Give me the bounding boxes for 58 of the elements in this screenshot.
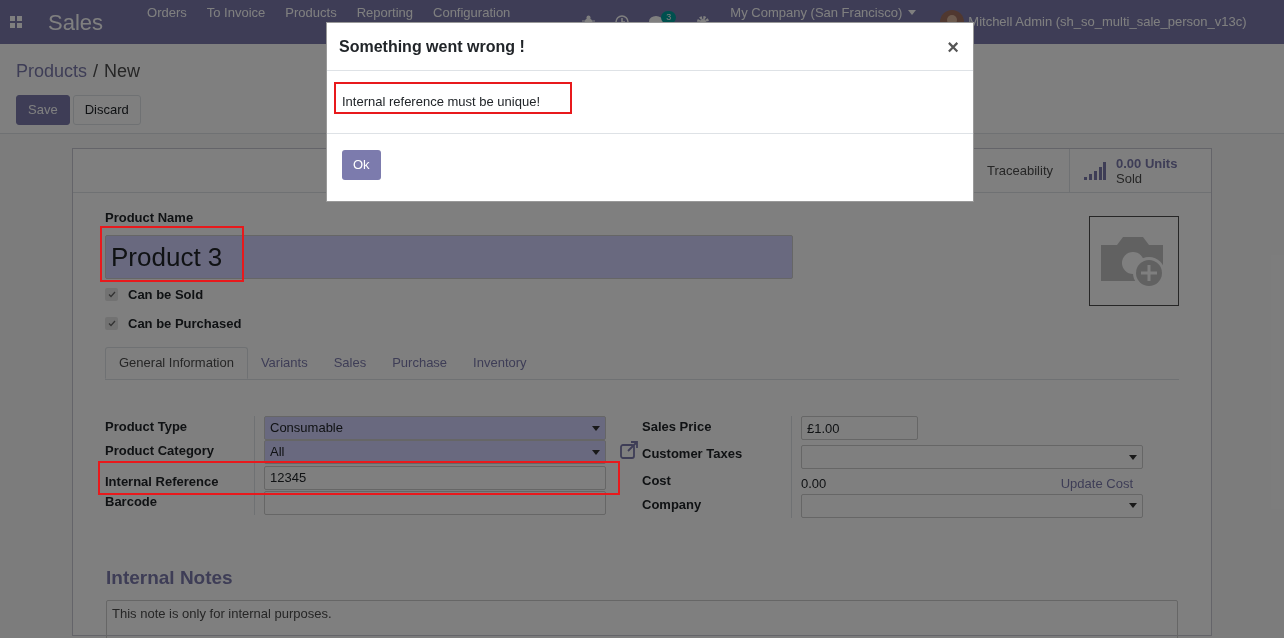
- breadcrumb-item: New: [104, 60, 141, 83]
- breadcrumb-separator: /: [92, 60, 100, 83]
- section-title: Internal Notes: [106, 565, 234, 590]
- breadcrumb-item[interactable]: Products: [16, 58, 88, 85]
- field-label: Barcode: [105, 491, 255, 515]
- company-switcher[interactable]: My Company (San Francisco): [730, 5, 903, 20]
- app-title: Sales: [48, 8, 104, 37]
- text-field[interactable]: [264, 491, 606, 515]
- close-button[interactable]: ×: [945, 36, 961, 57]
- stat-button[interactable]: 0.00 Units Sold: [1069, 149, 1211, 192]
- error-message: Internal reference must be unique!: [342, 94, 540, 109]
- field-label: Cost: [642, 470, 792, 494]
- field-label: Product Name: [105, 210, 195, 225]
- bar-chart-icon: [1084, 161, 1106, 180]
- text-field[interactable]: £1.00: [801, 416, 918, 440]
- field-value: 0.00: [801, 475, 827, 493]
- tab[interactable]: Inventory: [460, 347, 540, 379]
- notes-field[interactable]: This note is only for internal purposes.: [106, 600, 1178, 638]
- dialog-title: Something went wrong !: [339, 36, 525, 57]
- tab[interactable]: Variants: [247, 347, 321, 379]
- caret-icon: [1129, 454, 1137, 460]
- field-label: Internal Reference: [105, 464, 255, 491]
- update-cost-link[interactable]: Update Cost: [1060, 474, 1133, 494]
- caret-icon: [1129, 503, 1137, 508]
- save-button[interactable]: Save: [16, 95, 70, 125]
- caret-icon: [592, 425, 600, 431]
- checkbox-label: Can be Purchased: [128, 314, 242, 333]
- select-field[interactable]: Consumable: [264, 416, 606, 440]
- checkbox[interactable]: [105, 288, 118, 302]
- menu-item[interactable]: Configuration: [423, 5, 521, 20]
- checkbox-label: Can be Sold: [128, 286, 204, 304]
- field-label: Customer Taxes: [642, 440, 792, 470]
- external-link-icon[interactable]: [620, 441, 639, 459]
- discard-button[interactable]: Discard: [72, 95, 141, 125]
- select-field[interactable]: All: [264, 440, 606, 464]
- checkbox[interactable]: [105, 316, 118, 330]
- tab[interactable]: Sales: [320, 347, 380, 379]
- field-label: Product Category: [105, 440, 255, 464]
- field-label: Company: [642, 493, 792, 518]
- caret-icon: [908, 10, 917, 15]
- apps-icon[interactable]: [10, 16, 22, 28]
- menu-item[interactable]: Products: [275, 5, 347, 20]
- tab[interactable]: General Information: [105, 347, 248, 379]
- ok-button[interactable]: Ok: [342, 150, 381, 180]
- select-field[interactable]: [801, 445, 1143, 469]
- stat-label: Sold: [1116, 170, 1144, 186]
- menu-item[interactable]: Orders: [137, 5, 197, 20]
- menu-item[interactable]: Reporting: [346, 5, 423, 20]
- stat-value: 0.00 Units: [1116, 155, 1178, 171]
- field-label: Product Type: [105, 416, 255, 440]
- text-field[interactable]: 12345: [264, 465, 606, 490]
- tab[interactable]: Purchase: [379, 347, 461, 379]
- select-field[interactable]: [801, 493, 1143, 518]
- caret-icon: [592, 449, 600, 455]
- product-name-field[interactable]: Product 3: [105, 235, 793, 279]
- image-placeholder[interactable]: [1089, 216, 1179, 306]
- menu-item[interactable]: To Invoice: [196, 5, 276, 20]
- field-label: Sales Price: [642, 416, 792, 440]
